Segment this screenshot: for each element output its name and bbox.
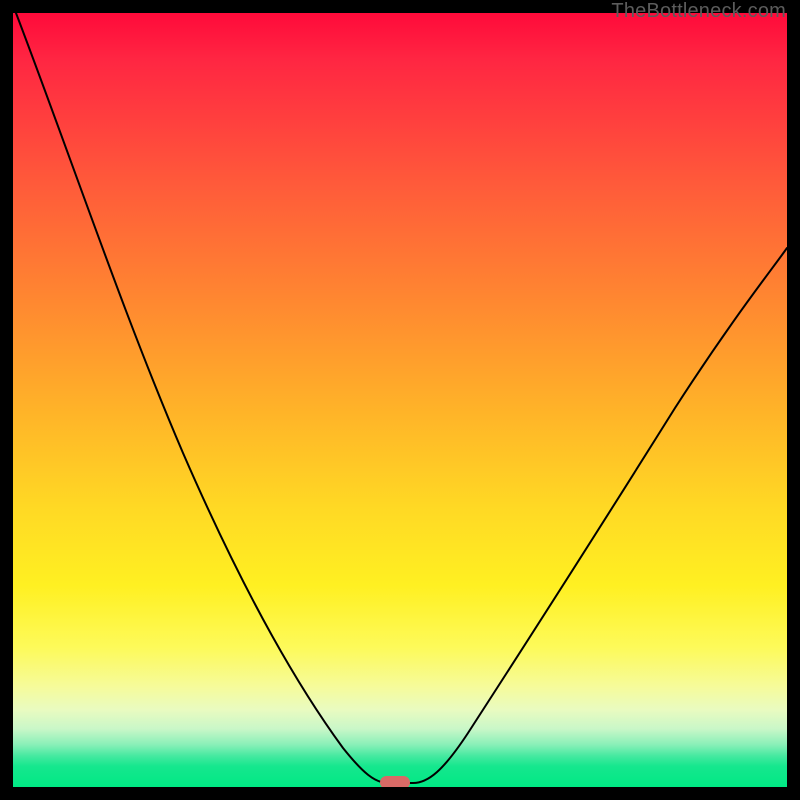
trough-marker — [380, 776, 410, 787]
chart-container: TheBottleneck.com — [0, 0, 800, 800]
bottleneck-curve — [16, 13, 787, 783]
watermark-text: TheBottleneck.com — [611, 0, 786, 23]
plot-area — [13, 13, 787, 787]
curve-layer — [13, 13, 787, 787]
